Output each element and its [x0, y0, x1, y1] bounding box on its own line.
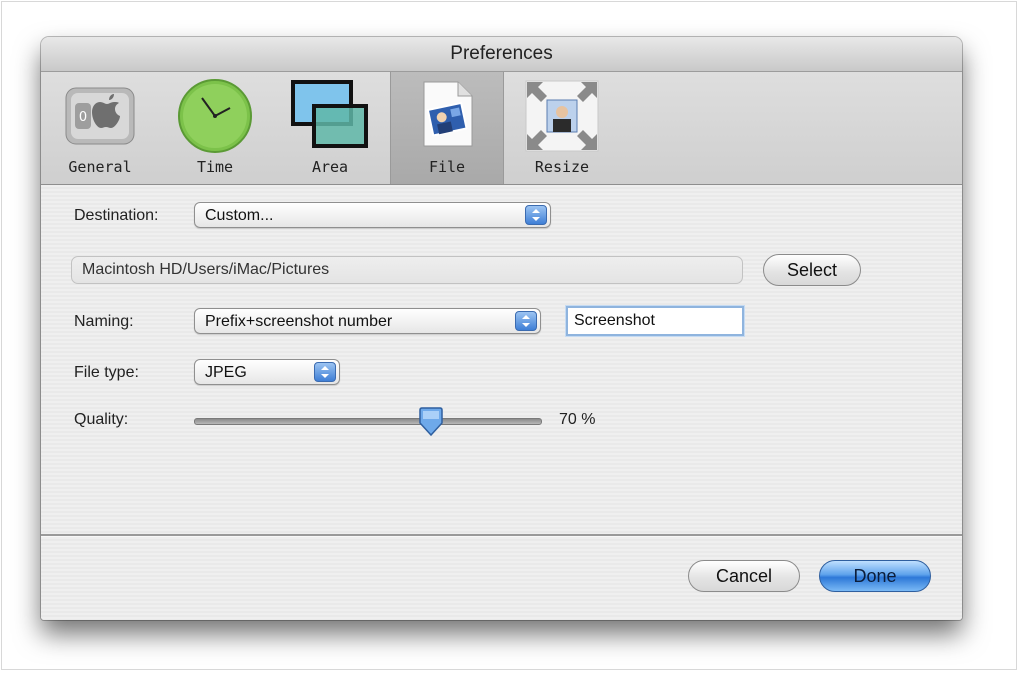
preferences-toolbar: 0 General Time Area File Resize — [41, 72, 962, 185]
toolbar-item-general[interactable]: 0 General — [41, 72, 159, 184]
quality-label: Quality: — [74, 411, 129, 428]
done-button[interactable]: Done — [819, 560, 931, 592]
destination-popup[interactable]: Custom... — [194, 202, 551, 228]
destination-value: Custom... — [205, 207, 274, 224]
file-type-label: File type: — [74, 364, 139, 381]
file-type-popup[interactable]: JPEG — [194, 359, 340, 385]
quality-slider-thumb[interactable] — [418, 407, 444, 437]
quality-slider-track[interactable] — [194, 418, 542, 425]
file-type-value: JPEG — [205, 364, 247, 381]
toolbar-item-resize[interactable]: Resize — [504, 72, 620, 184]
file-settings-pane: Destination: Custom... Macintosh HD/User… — [41, 185, 962, 535]
toolbar-item-area[interactable]: Area — [271, 72, 389, 184]
prefix-input[interactable]: Screenshot — [566, 306, 744, 336]
dialog-footer: Cancel Done — [41, 537, 962, 620]
window-title: Preferences — [41, 37, 962, 72]
destination-label: Destination: — [74, 207, 159, 224]
toolbar-item-file[interactable]: File — [390, 72, 504, 184]
toolbar-label-file: File — [428, 158, 466, 176]
area-icon — [288, 78, 372, 159]
quality-value: 70 % — [559, 411, 596, 428]
select-button[interactable]: Select — [763, 254, 861, 286]
clock-icon — [176, 78, 254, 159]
resize-icon — [523, 78, 601, 159]
preferences-window: Preferences 0 General Time Area File Res… — [41, 37, 962, 620]
destination-path-field: Macintosh HD/Users/iMac/Pictures — [71, 256, 743, 284]
toolbar-label-general: General — [68, 158, 132, 176]
naming-popup[interactable]: Prefix+screenshot number — [194, 308, 541, 334]
toolbar-label-area: Area — [311, 158, 349, 176]
toolbar-label-resize: Resize — [534, 158, 590, 176]
popup-arrows-icon — [515, 311, 537, 331]
naming-value: Prefix+screenshot number — [205, 313, 393, 330]
svg-text:0: 0 — [79, 110, 87, 125]
toolbar-label-time: Time — [196, 158, 234, 176]
toolbar-item-time[interactable]: Time — [159, 72, 271, 184]
popup-arrows-icon — [525, 205, 547, 225]
naming-label: Naming: — [74, 313, 134, 330]
cancel-button[interactable]: Cancel — [688, 560, 800, 592]
popup-arrows-icon — [314, 362, 336, 382]
general-switch-icon: 0 — [62, 78, 138, 155]
file-icon — [414, 78, 480, 155]
